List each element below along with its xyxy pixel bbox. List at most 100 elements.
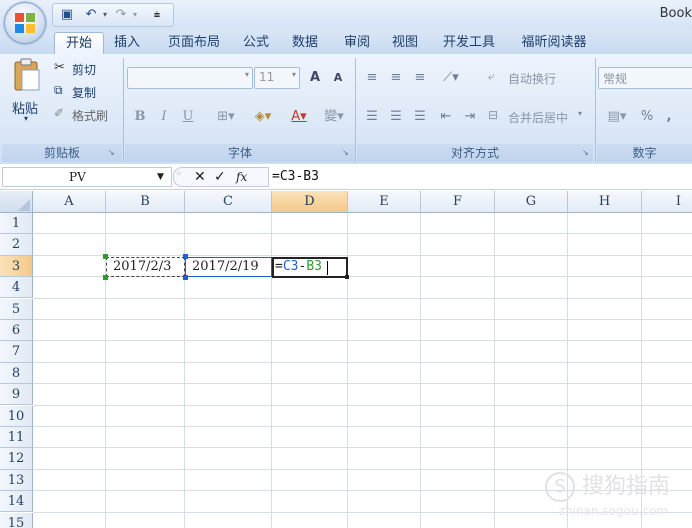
cell-c3-value: 2017/2/19: [192, 259, 259, 274]
align-bottom-icon[interactable]: ≡: [408, 67, 432, 89]
column-header-h[interactable]: H: [568, 191, 642, 213]
tab-foxit-reader[interactable]: 福昕阅读器: [512, 32, 596, 54]
chevron-down-icon[interactable]: ▼: [157, 168, 164, 186]
cut-label: 剪切: [72, 63, 97, 77]
wrap-text-button[interactable]: ⤶ 自动换行: [488, 67, 578, 87]
column-header-g[interactable]: G: [495, 191, 568, 213]
font-name-select[interactable]: ▾: [127, 67, 253, 89]
tab-data[interactable]: 数据: [285, 32, 325, 54]
clipboard-launcher-icon[interactable]: ↘: [108, 148, 117, 157]
column-header-d[interactable]: D: [272, 191, 348, 213]
row-header-12[interactable]: 12: [0, 448, 33, 470]
range-handle[interactable]: [103, 275, 108, 280]
row-header-5[interactable]: 5: [0, 298, 33, 320]
fill-color-icon[interactable]: ◈▾: [246, 106, 280, 128]
column-header-e[interactable]: E: [348, 191, 421, 213]
grow-font-button[interactable]: A: [303, 67, 327, 89]
cell-d3-editing[interactable]: =C3-B3: [272, 257, 348, 278]
tab-formulas[interactable]: 公式: [236, 32, 276, 54]
chevron-down-icon: ▾: [578, 109, 583, 118]
select-all-button[interactable]: [0, 191, 33, 213]
row-gridline: [33, 340, 692, 342]
format-painter-button[interactable]: ✐ 格式刷: [54, 106, 124, 124]
cut-button[interactable]: ✂ 剪切: [54, 60, 124, 78]
increase-indent-icon[interactable]: ⇥: [458, 106, 482, 128]
borders-icon[interactable]: ⊞▾: [210, 106, 242, 128]
wrap-text-icon: ⤶: [488, 69, 495, 83]
sogou-s-icon: S: [544, 472, 575, 502]
tab-page-layout[interactable]: 页面布局: [158, 32, 230, 54]
row-header-3[interactable]: 3: [0, 255, 33, 278]
column-header-a[interactable]: A: [33, 191, 106, 213]
alignment-launcher-icon[interactable]: ↘: [582, 148, 591, 157]
merge-center-button[interactable]: ⊟ 合并后居中 ▾: [488, 106, 588, 126]
row-header-11[interactable]: 11: [0, 427, 33, 449]
row-gridline: [33, 361, 692, 363]
number-format-select[interactable]: 常规: [598, 67, 692, 89]
font-color-icon[interactable]: A▾: [282, 106, 316, 128]
quick-access-toolbar: ▣ ↶ ▾ ↷ ▾ ⩧: [52, 3, 174, 27]
format-painter-label: 格式刷: [72, 109, 109, 123]
align-center-icon[interactable]: ☰: [384, 106, 408, 128]
tab-developer[interactable]: 开发工具: [436, 32, 502, 54]
comma-button[interactable]: ,: [660, 106, 678, 128]
customize-icon[interactable]: ⩧: [149, 7, 165, 23]
align-top-icon[interactable]: ≡: [360, 67, 384, 89]
cell-c3[interactable]: 2017/2/19: [185, 257, 272, 277]
paste-dropdown-icon[interactable]: ▾: [24, 114, 28, 123]
copy-label: 复制: [72, 86, 97, 100]
redo-dropdown-icon[interactable]: ▾: [127, 7, 143, 23]
row-header-1[interactable]: 1: [0, 213, 33, 235]
merge-center-label: 合并后居中: [508, 111, 569, 125]
phonetic-button[interactable]: 變▾: [316, 106, 352, 128]
formula-input[interactable]: =C3-B3: [272, 168, 319, 186]
column-header-i[interactable]: I: [642, 191, 692, 213]
insert-function-icon[interactable]: fx: [236, 168, 247, 186]
cancel-icon[interactable]: ✕: [194, 168, 206, 186]
column-header-b[interactable]: B: [106, 191, 185, 213]
row-header-2[interactable]: 2: [0, 234, 33, 256]
column-header-f[interactable]: F: [421, 191, 495, 213]
row-header-4[interactable]: 4: [0, 277, 33, 299]
row-header-14[interactable]: 14: [0, 491, 33, 513]
shrink-font-button[interactable]: A: [326, 67, 350, 89]
row-header-7[interactable]: 7: [0, 341, 33, 363]
office-button[interactable]: [4, 2, 46, 44]
formula-equals: =: [275, 259, 283, 274]
column-header-c[interactable]: C: [185, 191, 272, 213]
formula-bar: PV ▼ ◦ ✕ ✓ fx =C3-B3: [0, 164, 692, 190]
cell-b3[interactable]: 2017/2/3: [106, 257, 185, 277]
paste-button[interactable]: 粘贴 ▾: [8, 58, 46, 123]
number-group-label: 数字: [597, 144, 692, 162]
tab-review[interactable]: 审阅: [337, 32, 377, 54]
currency-icon[interactable]: ▤▾: [600, 106, 634, 128]
row-header-9[interactable]: 9: [0, 384, 33, 406]
align-right-icon[interactable]: ☰: [408, 106, 432, 128]
bold-button[interactable]: B: [129, 106, 151, 128]
underline-button[interactable]: U: [177, 106, 199, 128]
italic-button[interactable]: I: [153, 106, 175, 128]
range-handle[interactable]: [103, 254, 108, 259]
name-box[interactable]: PV ▼: [2, 167, 172, 187]
row-header-13[interactable]: 13: [0, 469, 33, 492]
align-middle-icon[interactable]: ≡: [384, 67, 408, 89]
align-left-icon[interactable]: ☰: [360, 106, 384, 128]
row-header-15[interactable]: 15: [0, 512, 33, 528]
save-icon[interactable]: ▣: [59, 7, 75, 23]
paste-icon: [14, 58, 40, 91]
row-header-8[interactable]: 8: [0, 362, 33, 385]
percent-button[interactable]: %: [636, 106, 658, 128]
tab-home[interactable]: 开始: [54, 32, 104, 55]
row-header-10[interactable]: 10: [0, 405, 33, 427]
copy-button[interactable]: ⧉ 复制: [54, 83, 124, 101]
font-launcher-icon[interactable]: ↘: [342, 148, 351, 157]
tab-insert[interactable]: 插入: [107, 32, 147, 54]
decrease-indent-icon[interactable]: ⇤: [434, 106, 458, 128]
fill-handle[interactable]: [345, 275, 349, 279]
orientation-icon[interactable]: ⟋▾: [434, 67, 468, 89]
enter-icon[interactable]: ✓: [214, 168, 226, 186]
font-size-select[interactable]: 11 ▾: [254, 67, 300, 89]
tab-view[interactable]: 视图: [385, 32, 425, 54]
row-header-6[interactable]: 6: [0, 320, 33, 342]
undo-dropdown-icon[interactable]: ▾: [97, 7, 113, 23]
